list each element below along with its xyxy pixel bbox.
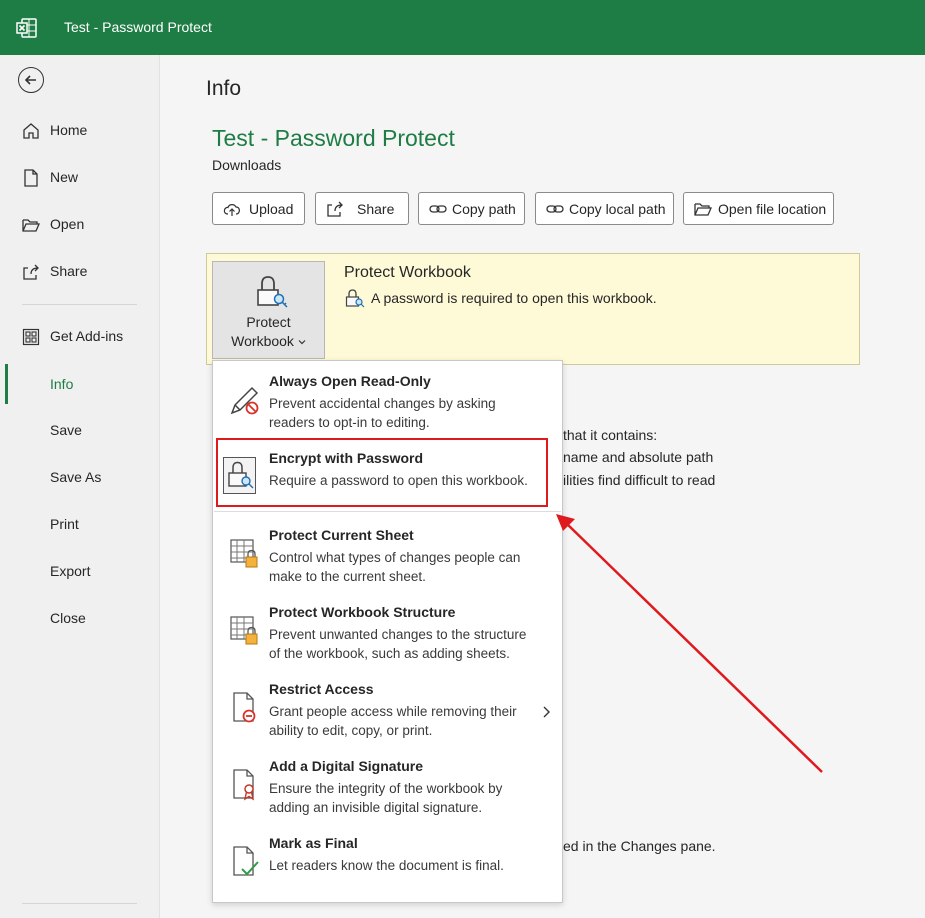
sidebar-item-print[interactable]: Print bbox=[0, 507, 159, 543]
document-title: Test - Password Protect bbox=[212, 125, 455, 151]
share-icon bbox=[23, 264, 39, 280]
menu-item-always-open-read-only[interactable]: Always Open Read-Only Prevent accidental… bbox=[213, 361, 562, 438]
sidebar-item-label: Info bbox=[50, 376, 74, 392]
menu-item-mark-as-final[interactable]: Mark as Final Let readers know the docum… bbox=[213, 823, 562, 900]
menu-item-description: Control what types of changes people can bbox=[269, 550, 521, 565]
menu-item-description: adding an invisible digital signature. bbox=[269, 800, 483, 815]
annotation-highlight-box bbox=[216, 438, 548, 507]
sidebar-item-label: Export bbox=[50, 563, 91, 579]
add-ins-grid-icon bbox=[22, 328, 40, 346]
upload-button-label: Upload bbox=[249, 201, 294, 217]
share-icon bbox=[327, 201, 343, 217]
protect-workbook-heading: Protect Workbook bbox=[344, 264, 471, 281]
protect-workbook-panel: Protect Workbook Protect Workbook A pass… bbox=[206, 253, 860, 365]
sidebar-item-label: Print bbox=[50, 516, 79, 532]
menu-item-protect-current-sheet[interactable]: Protect Current Sheet Control what types… bbox=[213, 515, 562, 592]
workbook-lock-icon bbox=[230, 616, 258, 645]
sidebar-item-label: Save bbox=[50, 422, 82, 438]
sidebar-item-label: Save As bbox=[50, 469, 102, 485]
menu-item-title: Protect Current Sheet bbox=[269, 527, 414, 543]
versions-text-fragment: ed in the Changes pane. bbox=[563, 838, 716, 854]
sidebar-item-home[interactable]: Home bbox=[0, 113, 159, 149]
folder-icon bbox=[694, 203, 712, 216]
menu-item-description: readers to opt-in to editing. bbox=[269, 415, 430, 430]
sidebar-item-label: New bbox=[50, 169, 79, 185]
lock-key-small-icon bbox=[345, 289, 365, 308]
menu-item-title: Restrict Access bbox=[269, 681, 374, 697]
protect-workbook-button[interactable]: Protect Workbook bbox=[212, 261, 325, 359]
active-indicator bbox=[5, 364, 8, 404]
menu-item-description: of the workbook, such as adding sheets. bbox=[269, 646, 510, 661]
inspect-text-fragment: that it contains: bbox=[563, 427, 658, 443]
sidebar-item-label: Get Add-ins bbox=[50, 328, 124, 344]
menu-item-add-digital-signature[interactable]: Add a Digital Signature Ensure the integ… bbox=[213, 746, 562, 823]
menu-item-title: Always Open Read-Only bbox=[269, 373, 431, 389]
chevron-down-icon bbox=[298, 340, 306, 345]
sidebar-item-share[interactable]: Share bbox=[0, 254, 159, 290]
inspect-text-fragment: name and absolute path bbox=[563, 449, 714, 465]
protect-workbook-label-line1: Protect bbox=[246, 314, 291, 330]
back-arrow-icon bbox=[24, 75, 36, 85]
sidebar-item-save-as[interactable]: Save As bbox=[0, 460, 159, 496]
menu-item-description: make to the current sheet. bbox=[269, 569, 426, 584]
menu-item-title: Add a Digital Signature bbox=[269, 758, 424, 774]
menu-item-title: Protect Workbook Structure bbox=[269, 604, 456, 620]
menu-item-description: ability to edit, copy, or print. bbox=[269, 723, 433, 738]
sidebar-item-label: Close bbox=[50, 610, 86, 626]
menu-item-description: Ensure the integrity of the workbook by bbox=[269, 781, 503, 796]
backstage-sidebar: Home New Open Share Get Add-ins Info Sav… bbox=[0, 55, 160, 918]
link-icon bbox=[546, 205, 564, 213]
sidebar-divider bbox=[22, 304, 137, 305]
chevron-right-icon bbox=[543, 706, 550, 718]
sidebar-item-close[interactable]: Close bbox=[0, 601, 159, 637]
menu-item-description: Prevent accidental changes by asking bbox=[269, 396, 496, 411]
menu-separator bbox=[214, 511, 561, 512]
new-document-icon bbox=[24, 169, 38, 187]
back-button[interactable] bbox=[18, 67, 44, 93]
menu-item-description: Grant people access while removing their bbox=[269, 704, 517, 719]
open-file-location-button[interactable]: Open file location bbox=[683, 192, 834, 225]
restrict-document-icon bbox=[233, 692, 256, 723]
window-title: Test - Password Protect bbox=[64, 19, 212, 35]
page-title: Info bbox=[206, 77, 242, 100]
link-icon bbox=[429, 205, 447, 213]
menu-item-title: Mark as Final bbox=[269, 835, 358, 851]
sidebar-item-open[interactable]: Open bbox=[0, 207, 159, 243]
upload-icon bbox=[223, 204, 240, 216]
protect-workbook-status: A password is required to open this work… bbox=[371, 290, 657, 306]
copy-local-path-button[interactable]: Copy local path bbox=[535, 192, 674, 225]
home-icon bbox=[23, 123, 39, 139]
sidebar-item-label: Open bbox=[50, 216, 85, 232]
share-button[interactable]: Share bbox=[315, 192, 409, 225]
copy-path-button-label: Copy path bbox=[452, 201, 516, 217]
sheet-lock-icon bbox=[230, 539, 258, 568]
sidebar-item-get-add-ins[interactable]: Get Add-ins bbox=[0, 319, 159, 355]
sidebar-item-save[interactable]: Save bbox=[0, 413, 159, 449]
inspect-text-fragment: ilities find difficult to read bbox=[563, 472, 716, 488]
final-checkmark-icon bbox=[233, 846, 259, 876]
excel-logo-icon bbox=[16, 18, 37, 38]
copy-local-path-button-label: Copy local path bbox=[569, 201, 666, 217]
upload-button[interactable]: Upload bbox=[212, 192, 305, 225]
sidebar-item-label: Home bbox=[50, 122, 88, 138]
pencil-no-edit-icon bbox=[230, 386, 259, 415]
menu-item-restrict-access[interactable]: Restrict Access Grant people access whil… bbox=[213, 669, 562, 746]
share-button-label: Share bbox=[357, 201, 395, 217]
sidebar-item-label: Share bbox=[50, 263, 88, 279]
sidebar-item-info[interactable]: Info bbox=[0, 364, 159, 404]
signature-ribbon-icon bbox=[233, 769, 255, 801]
copy-path-button[interactable]: Copy path bbox=[418, 192, 525, 225]
sidebar-item-export[interactable]: Export bbox=[0, 554, 159, 590]
menu-item-description: Let readers know the document is final. bbox=[269, 858, 504, 873]
menu-item-protect-workbook-structure[interactable]: Protect Workbook Structure Prevent unwan… bbox=[213, 592, 562, 669]
menu-item-description: Prevent unwanted changes to the structur… bbox=[269, 627, 527, 642]
protect-workbook-label-line2: Workbook bbox=[213, 333, 324, 349]
folder-open-icon bbox=[22, 219, 40, 232]
lock-key-icon bbox=[257, 276, 288, 308]
open-file-location-button-label: Open file location bbox=[718, 201, 827, 217]
title-bar: Test - Password Protect bbox=[0, 0, 925, 55]
sidebar-item-new[interactable]: New bbox=[0, 160, 159, 196]
sidebar-divider bbox=[22, 903, 137, 904]
document-location: Downloads bbox=[212, 157, 282, 173]
